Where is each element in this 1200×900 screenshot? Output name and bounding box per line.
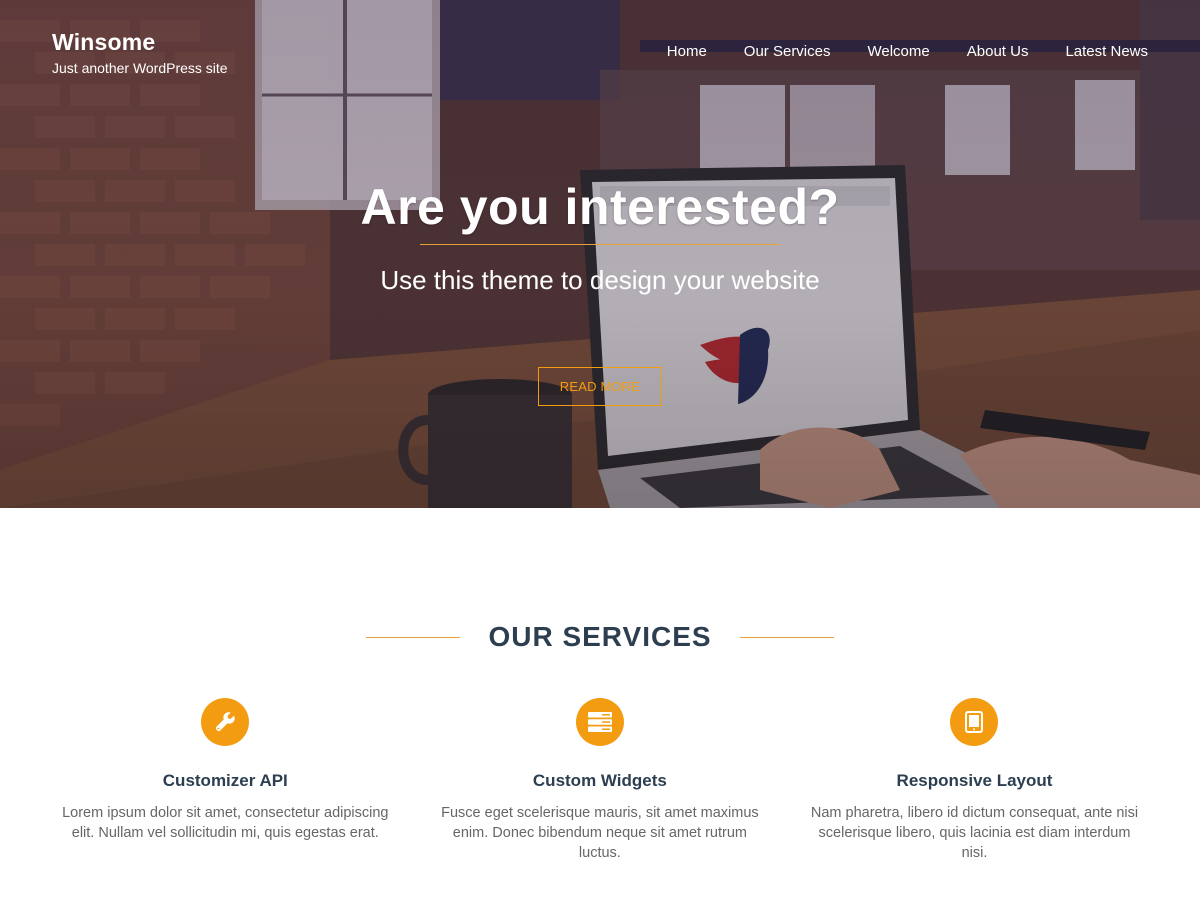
- server-icon: [575, 698, 624, 746]
- hero-subtitle: Use this theme to design your website: [380, 265, 820, 295]
- service-item-custom-widgets: Custom Widgets Fusce eget scelerisque ma…: [413, 698, 788, 863]
- heading-divider-left: [366, 636, 461, 638]
- service-title: Customizer API: [162, 771, 288, 790]
- service-description: Lorem ipsum dolor sit amet, consectetur …: [62, 805, 389, 841]
- wrench-icon: [201, 698, 250, 746]
- hero-section: Winsome Just another WordPress site Home…: [0, 0, 1200, 508]
- nav-item-our-services[interactable]: Our Services: [744, 38, 831, 66]
- heading-divider-right: [739, 636, 834, 638]
- site-branding: Winsome Just another WordPress site: [52, 28, 228, 78]
- nav-item-latest-news[interactable]: Latest News: [1065, 38, 1148, 66]
- service-description: Nam pharetra, libero id dictum consequat…: [810, 805, 1139, 861]
- service-title: Responsive Layout: [896, 771, 1053, 790]
- hero-title: Are you interested?: [360, 179, 840, 235]
- nav-item-home[interactable]: Home: [667, 38, 707, 66]
- site-title-link[interactable]: Winsome: [52, 28, 228, 56]
- main-navigation: Home Our Services Welcome About Us Lates…: [630, 38, 1148, 66]
- services-title: OUR SERVICES: [488, 621, 712, 652]
- services-heading: OUR SERVICES: [0, 620, 1200, 654]
- services-section: OUR SERVICES Customizer API Lorem ipsum …: [0, 508, 1200, 900]
- tablet-icon: [950, 698, 999, 746]
- services-grid: Customizer API Lorem ipsum dolor sit ame…: [38, 698, 1162, 863]
- read-more-button[interactable]: READ MORE: [538, 367, 662, 406]
- service-title: Custom Widgets: [532, 771, 667, 790]
- nav-item-welcome[interactable]: Welcome: [868, 38, 930, 66]
- service-item-customizer-api: Customizer API Lorem ipsum dolor sit ame…: [38, 698, 413, 863]
- site-tagline: Just another WordPress site: [52, 60, 228, 76]
- service-description: Fusce eget scelerisque mauris, sit amet …: [441, 805, 759, 861]
- hero-content: Are you interested? Use this theme to de…: [0, 176, 1200, 406]
- hero-divider: [420, 244, 780, 245]
- nav-item-about-us[interactable]: About Us: [967, 38, 1029, 66]
- service-item-responsive-layout: Responsive Layout Nam pharetra, libero i…: [787, 698, 1162, 863]
